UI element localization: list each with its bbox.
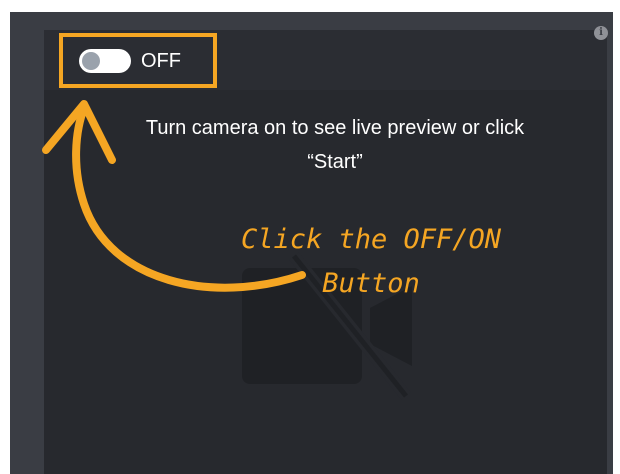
callout-line-2: Button <box>322 268 420 299</box>
instruction-line-1: Turn camera on to see live preview or cl… <box>145 117 525 139</box>
camera-preview-screen: i OFF Turn camera on to see live preview… <box>0 0 620 474</box>
annotation-callout: Click the OFF/ON Button <box>236 218 506 306</box>
toggle-highlight-box <box>59 33 217 88</box>
instruction-line-2: “Start” <box>307 151 363 173</box>
info-icon[interactable]: i <box>594 26 608 40</box>
preview-instruction: Turn camera on to see live preview or cl… <box>70 111 600 179</box>
callout-line-1: Click the OFF/ON <box>240 224 502 255</box>
